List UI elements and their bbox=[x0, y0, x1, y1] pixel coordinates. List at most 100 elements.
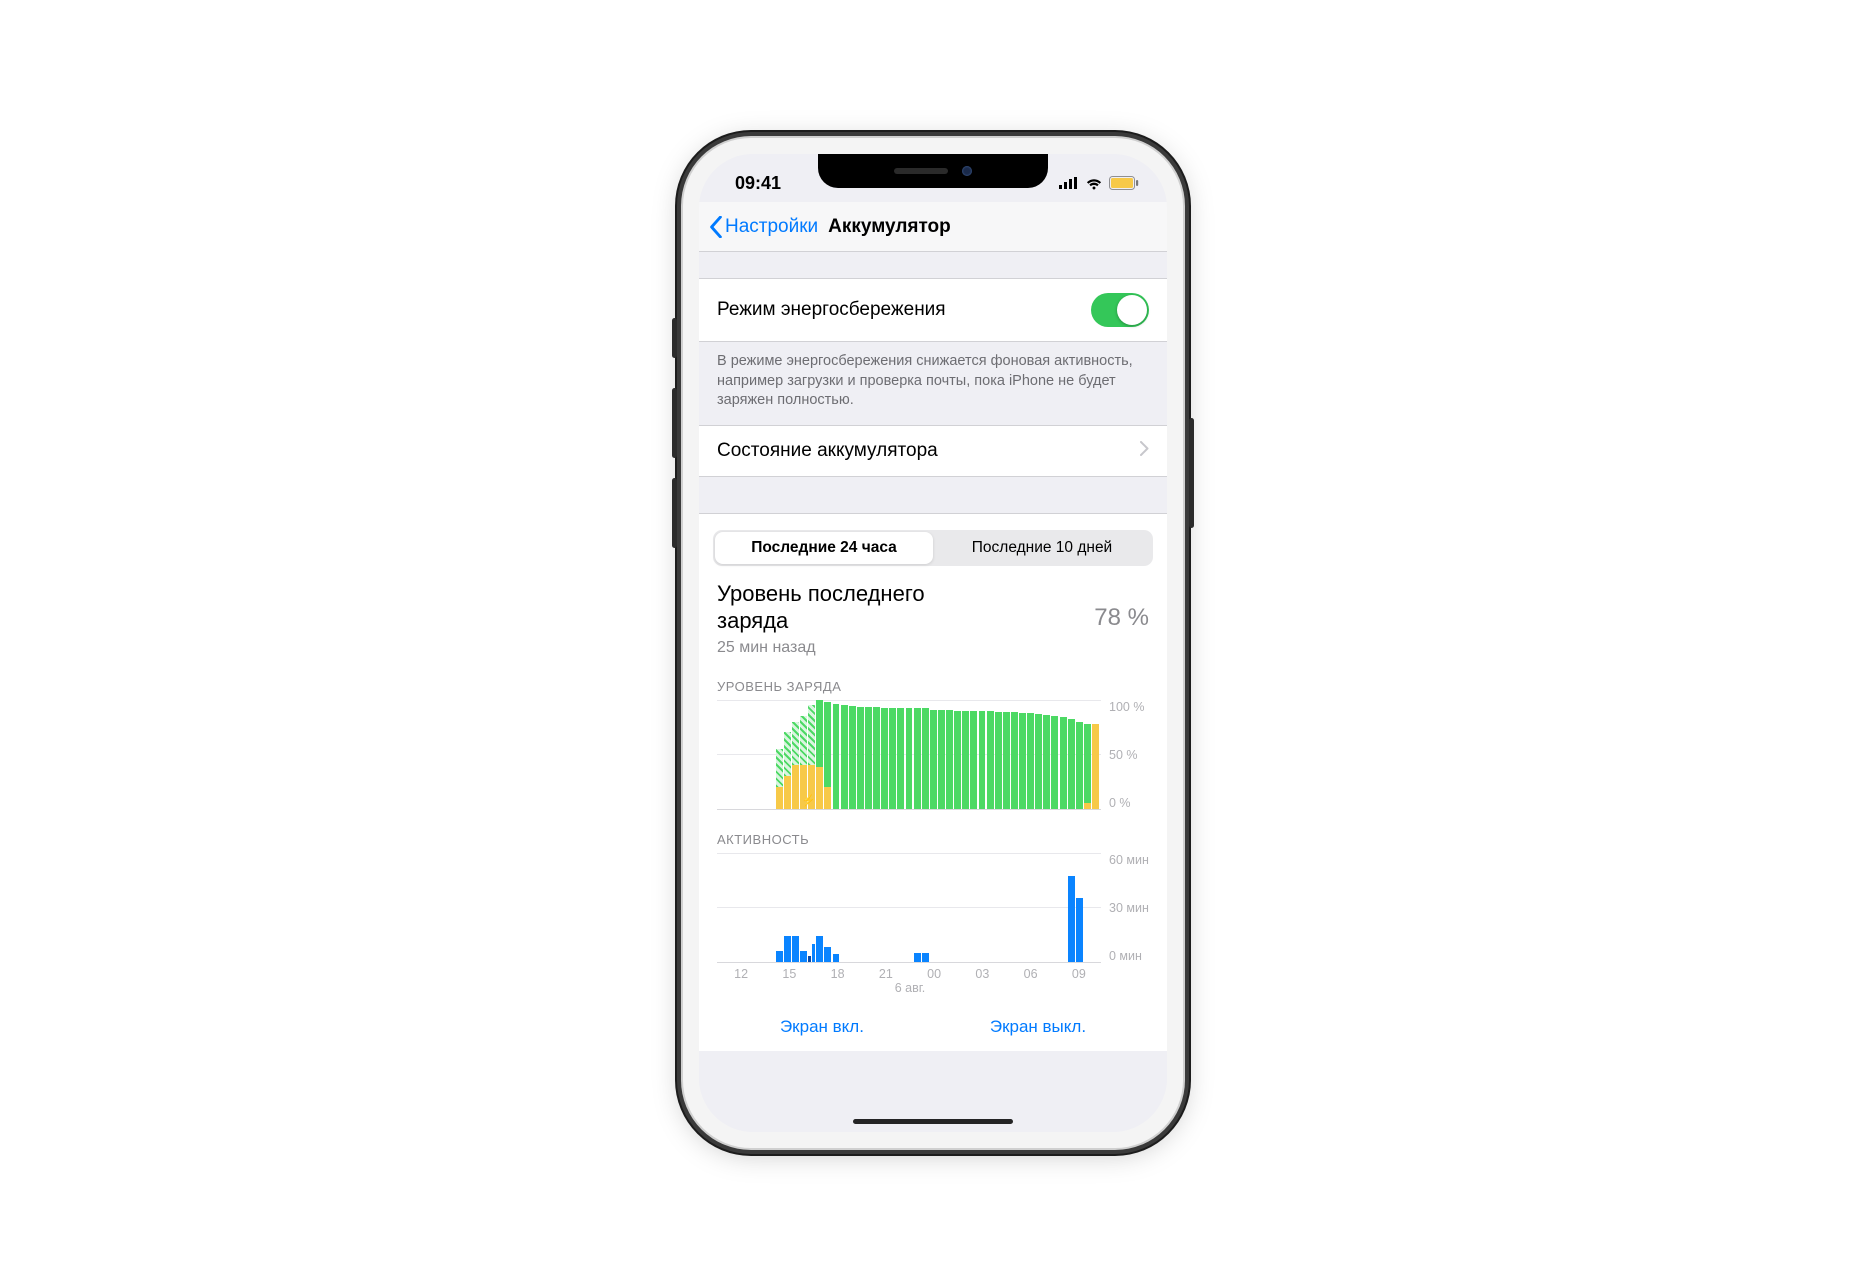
level-chart-label: УРОВЕНЬ ЗАРЯДА bbox=[699, 657, 1167, 700]
activity-bar bbox=[987, 853, 994, 962]
level-bar bbox=[833, 700, 840, 809]
level-bar bbox=[1092, 700, 1099, 809]
x-tick: 00 bbox=[910, 967, 958, 981]
activity-bar bbox=[1084, 853, 1091, 962]
level-bar bbox=[889, 700, 896, 809]
level-bar bbox=[743, 700, 750, 809]
last-charge-title-2: заряда bbox=[717, 607, 925, 635]
seg-last-10d[interactable]: Последние 10 дней bbox=[933, 532, 1151, 564]
activity-bar bbox=[979, 853, 986, 962]
activity-bar bbox=[816, 853, 823, 962]
level-bar bbox=[979, 700, 986, 809]
level-bar bbox=[865, 700, 872, 809]
level-bar bbox=[930, 700, 937, 809]
level-bar bbox=[1051, 700, 1058, 809]
activity-legend: Экран вкл. Экран выкл. bbox=[699, 995, 1167, 1043]
activity-bar bbox=[808, 853, 815, 962]
legend-screen-on[interactable]: Экран вкл. bbox=[780, 1017, 864, 1037]
back-button[interactable]: Настройки bbox=[709, 216, 818, 238]
level-bar bbox=[914, 700, 921, 809]
level-bar bbox=[760, 700, 767, 809]
battery-level-chart[interactable]: ⚡ bbox=[717, 700, 1101, 810]
level-bar bbox=[946, 700, 953, 809]
level-bar bbox=[1019, 700, 1026, 809]
level-bar bbox=[1060, 700, 1067, 809]
activity-bar bbox=[1027, 853, 1034, 962]
activity-bar bbox=[995, 853, 1002, 962]
level-bar bbox=[824, 700, 831, 809]
activity-bar bbox=[1043, 853, 1050, 962]
level-bar bbox=[1068, 700, 1075, 809]
level-bar bbox=[906, 700, 913, 809]
activity-bar bbox=[889, 853, 896, 962]
activity-bar bbox=[938, 853, 945, 962]
activity-bar bbox=[857, 853, 864, 962]
activity-bar bbox=[954, 853, 961, 962]
wifi-icon bbox=[1085, 177, 1103, 190]
activity-bar bbox=[735, 853, 742, 962]
activity-bar bbox=[1068, 853, 1075, 962]
level-bar bbox=[1035, 700, 1042, 809]
activity-bar bbox=[1060, 853, 1067, 962]
low-power-mode-toggle[interactable] bbox=[1091, 293, 1149, 327]
activity-bar bbox=[881, 853, 888, 962]
activity-bar bbox=[1003, 853, 1010, 962]
activity-bar bbox=[906, 853, 913, 962]
low-power-mode-note: В режиме энергосбережения снижается фоно… bbox=[699, 342, 1167, 425]
level-bar bbox=[1043, 700, 1050, 809]
activity-bar bbox=[1019, 853, 1026, 962]
x-tick: 21 bbox=[862, 967, 910, 981]
level-bar bbox=[1027, 700, 1034, 809]
activity-chart[interactable] bbox=[717, 853, 1101, 963]
activity-bar bbox=[1051, 853, 1058, 962]
activity-bar bbox=[1035, 853, 1042, 962]
activity-chart-label: АКТИВНОСТЬ bbox=[699, 810, 1167, 853]
x-axis: 1215182100030609 bbox=[699, 963, 1167, 981]
activity-bar bbox=[873, 853, 880, 962]
level-bar bbox=[776, 700, 783, 809]
level-bar bbox=[857, 700, 864, 809]
activity-bar bbox=[751, 853, 758, 962]
level-bar bbox=[873, 700, 880, 809]
activity-bar bbox=[800, 853, 807, 962]
activity-bar bbox=[970, 853, 977, 962]
level-bar bbox=[954, 700, 961, 809]
low-power-mode-label: Режим энергосбережения bbox=[717, 299, 946, 321]
level-bar bbox=[962, 700, 969, 809]
activity-bar bbox=[1092, 853, 1099, 962]
activity-bar bbox=[922, 853, 929, 962]
activity-bar bbox=[962, 853, 969, 962]
x-axis-date: 6 авг. bbox=[699, 981, 1167, 995]
page-title: Аккумулятор bbox=[828, 216, 951, 238]
activity-bar bbox=[776, 853, 783, 962]
x-tick: 03 bbox=[958, 967, 1006, 981]
chevron-right-icon bbox=[1140, 440, 1149, 462]
level-bar bbox=[1076, 700, 1083, 809]
last-charge-value: 78 % bbox=[1094, 604, 1149, 632]
battery-icon bbox=[1109, 176, 1139, 190]
level-bar bbox=[792, 700, 799, 809]
charging-bolt-icon: ⚡ bbox=[801, 794, 815, 807]
seg-last-24h[interactable]: Последние 24 часа bbox=[715, 532, 933, 564]
level-bar bbox=[922, 700, 929, 809]
activity-bar bbox=[824, 853, 831, 962]
level-bar bbox=[800, 700, 807, 809]
status-time: 09:41 bbox=[735, 173, 781, 194]
activity-bar bbox=[768, 853, 775, 962]
level-bar bbox=[735, 700, 742, 809]
cellular-icon bbox=[1059, 177, 1079, 189]
level-bar bbox=[881, 700, 888, 809]
notch bbox=[818, 154, 1048, 188]
battery-health-row[interactable]: Состояние аккумулятора bbox=[699, 425, 1167, 477]
home-indicator[interactable] bbox=[853, 1119, 1013, 1124]
vol-up bbox=[672, 388, 677, 458]
activity-bar bbox=[719, 853, 726, 962]
level-bar bbox=[1011, 700, 1018, 809]
low-power-mode-row[interactable]: Режим энергосбережения bbox=[699, 278, 1167, 342]
last-charge-sub: 25 мин назад bbox=[717, 639, 925, 657]
last-charge-title-1: Уровень последнего bbox=[717, 580, 925, 608]
content[interactable]: Режим энергосбережения В режиме энергосб… bbox=[699, 252, 1167, 1132]
legend-screen-off[interactable]: Экран выкл. bbox=[990, 1017, 1086, 1037]
time-range-segmented: Последние 24 часа Последние 10 дней bbox=[713, 530, 1153, 566]
last-charge-block: Уровень последнего заряда 25 мин назад 7… bbox=[699, 580, 1167, 657]
